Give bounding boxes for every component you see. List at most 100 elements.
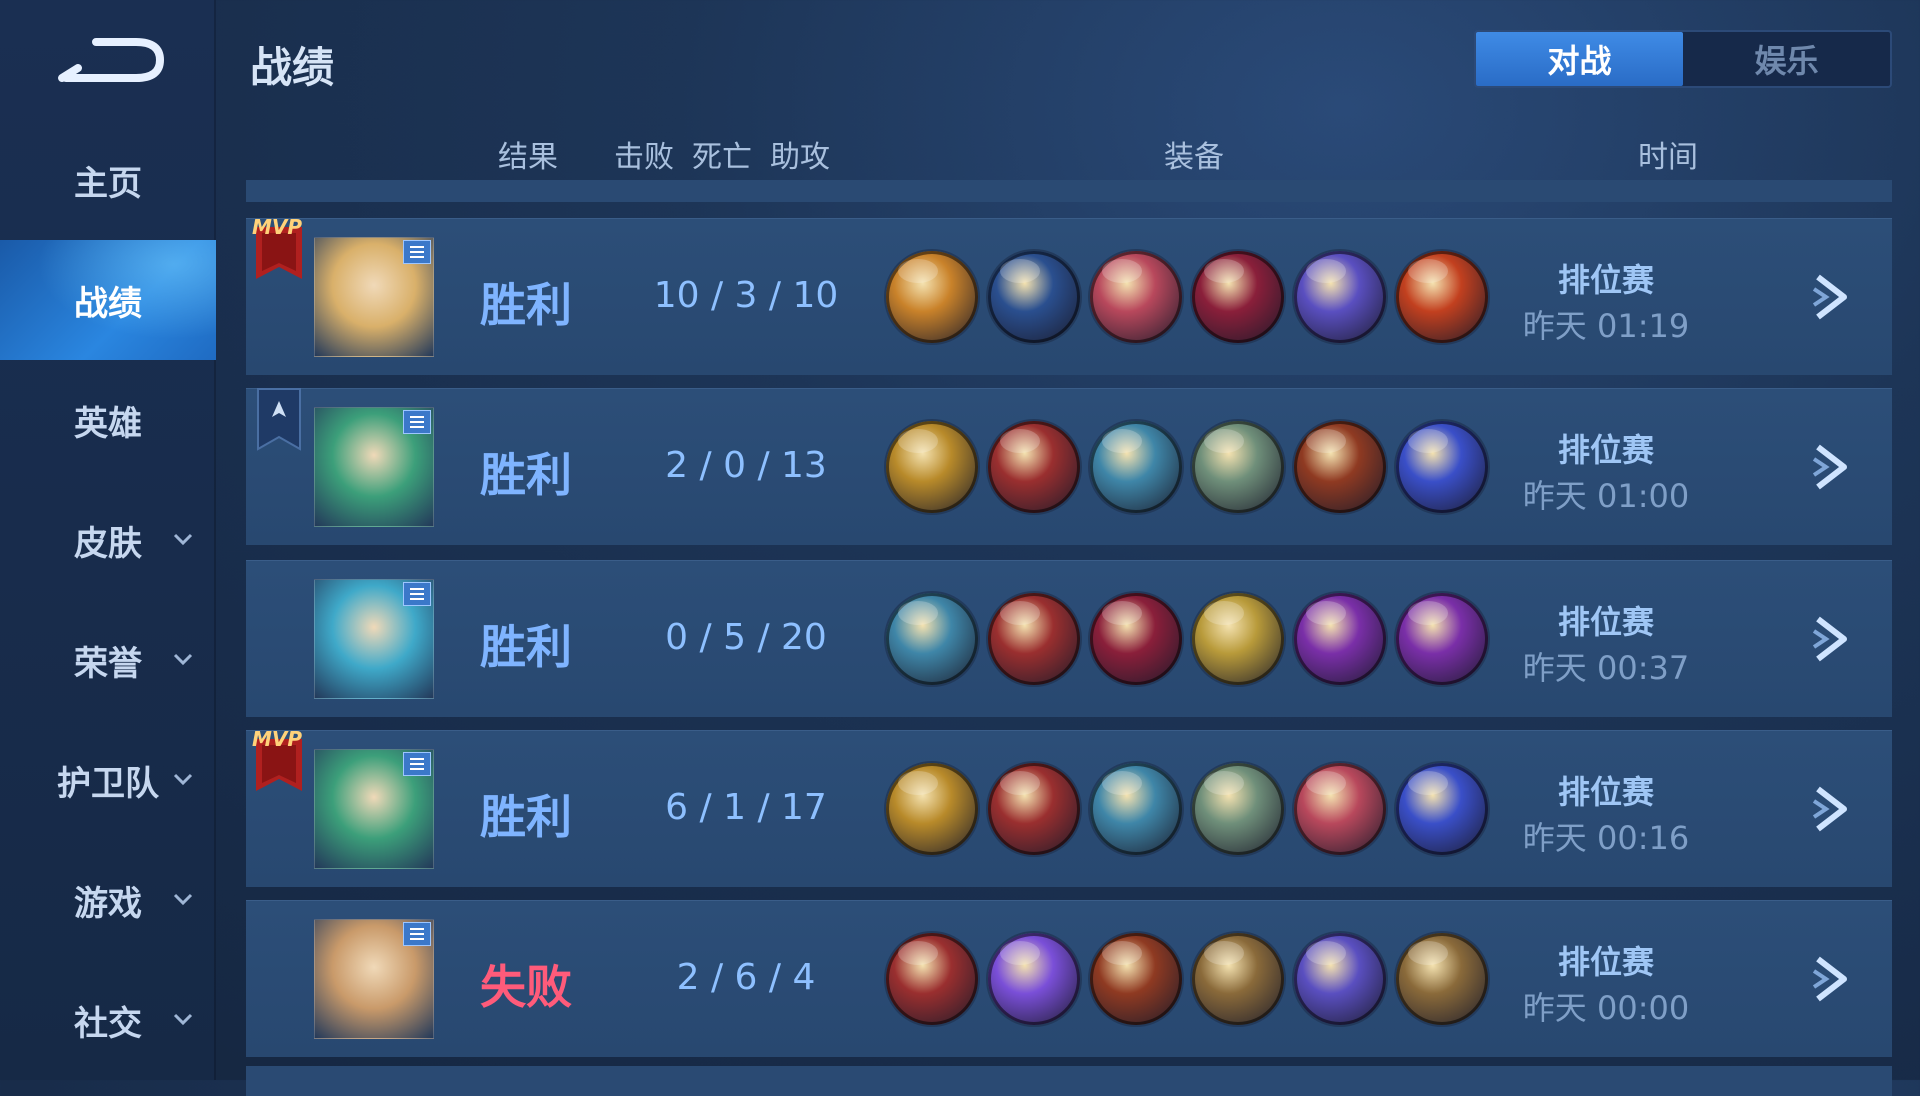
sidebar-item-label: 战绩 xyxy=(74,283,142,324)
sidebar-item-honor[interactable]: 荣誉 xyxy=(0,600,216,720)
hero-avatar xyxy=(314,749,434,869)
column-header-assists: 助攻 xyxy=(770,140,830,175)
equipment-item-icon xyxy=(1192,421,1284,513)
kda-stats: 2 / 6 / 4 xyxy=(676,957,816,998)
chevron-right-icon[interactable] xyxy=(1808,609,1858,669)
match-mode: 排位赛 xyxy=(1557,603,1654,641)
sidebar-item-social[interactable]: 社交 xyxy=(0,960,216,1080)
chevron-down-icon xyxy=(173,893,193,906)
equipment-item-icon xyxy=(886,763,978,855)
mvp-badge: MVP xyxy=(252,725,306,795)
match-mode: 排位赛 xyxy=(1557,773,1654,811)
kda-stats: 0 / 5 / 20 xyxy=(665,617,827,658)
column-header-result: 结果 xyxy=(498,140,558,175)
equipment-item-icon xyxy=(886,421,978,513)
equipment-item-icon xyxy=(1192,593,1284,685)
column-header-kills: 击败 xyxy=(614,140,674,175)
sidebar-item-label: 英雄 xyxy=(74,403,142,444)
equipment-item-icon xyxy=(988,421,1080,513)
match-row[interactable]: 胜利 2 / 0 / 13 排位赛 昨天 01:00 xyxy=(246,388,1892,545)
hero-avatar xyxy=(314,407,434,527)
match-time: 昨天 01:19 xyxy=(1522,307,1690,345)
match-time: 昨天 00:16 xyxy=(1522,819,1690,857)
column-header-equipment: 装备 xyxy=(1164,140,1224,175)
equipment-list xyxy=(886,251,1488,343)
match-row[interactable]: MVP 胜利 6 / 1 / 17 排位赛 昨天 00:16 xyxy=(246,727,1892,887)
sidebar-item-home[interactable]: 主页 xyxy=(0,120,216,240)
equipment-item-icon xyxy=(1396,763,1488,855)
sidebar-item-skins[interactable]: 皮肤 xyxy=(0,480,216,600)
match-time: 昨天 01:00 xyxy=(1522,477,1690,515)
sidebar: 主页战绩英雄皮肤荣誉 护卫队游戏社交 xyxy=(0,0,216,1080)
rank-icon xyxy=(403,922,431,946)
equipment-item-icon xyxy=(1090,593,1182,685)
equipment-item-icon xyxy=(1396,593,1488,685)
equipment-item-icon xyxy=(988,933,1080,1025)
equipment-item-icon xyxy=(1090,421,1182,513)
chevron-right-icon[interactable] xyxy=(1808,437,1858,497)
sidebar-item-label: 游戏 xyxy=(74,883,142,924)
equipment-item-icon xyxy=(1396,421,1488,513)
equipment-item-icon xyxy=(1192,763,1284,855)
kda-stats: 6 / 1 / 17 xyxy=(665,787,827,828)
match-row[interactable]: MVP 胜利 10 / 3 / 10 排位赛 昨天 01:19 xyxy=(246,215,1892,375)
chevron-down-icon xyxy=(173,533,193,546)
equipment-item-icon xyxy=(1192,251,1284,343)
column-header-deaths: 死亡 xyxy=(692,140,752,175)
back-arrow-icon[interactable] xyxy=(56,30,166,90)
kda-stats: 10 / 3 / 10 xyxy=(653,275,839,316)
equipment-item-icon xyxy=(1294,933,1386,1025)
rank-icon xyxy=(403,752,431,776)
equipment-item-icon xyxy=(1090,933,1182,1025)
chevron-right-icon[interactable] xyxy=(1808,949,1858,1009)
rank-icon xyxy=(403,410,431,434)
equipment-item-icon xyxy=(1294,421,1386,513)
hero-avatar xyxy=(314,579,434,699)
list-item-partial xyxy=(246,180,1892,202)
chevron-down-icon xyxy=(173,773,193,786)
list-item-partial xyxy=(246,1066,1892,1096)
match-mode: 排位赛 xyxy=(1557,943,1654,981)
match-row[interactable]: 失败 2 / 6 / 4 排位赛昨天 00:00 xyxy=(246,900,1892,1057)
sidebar-item-label: 主页 xyxy=(74,163,142,204)
equipment-list xyxy=(886,421,1488,513)
sidebar-item-game[interactable]: 游戏 xyxy=(0,840,216,960)
tab-battle[interactable]: 对战 xyxy=(1476,32,1683,86)
sidebar-item-heroes[interactable]: 英雄 xyxy=(0,360,216,480)
chevron-right-icon[interactable] xyxy=(1808,267,1858,327)
sidebar-item-record[interactable]: 战绩 xyxy=(0,240,216,360)
equipment-item-icon xyxy=(1396,933,1488,1025)
equipment-item-icon xyxy=(1294,763,1386,855)
hero-avatar xyxy=(314,919,434,1039)
match-time: 昨天 00:00 xyxy=(1522,989,1690,1027)
match-row[interactable]: 胜利 0 / 5 / 20 排位赛昨天 00:37 xyxy=(246,560,1892,717)
chevron-right-icon[interactable] xyxy=(1808,779,1858,839)
mvp-label: MVP xyxy=(252,727,303,751)
hero-avatar xyxy=(314,237,434,357)
sidebar-item-label: 皮肤 xyxy=(74,523,142,564)
match-result: 失败 xyxy=(480,960,572,1014)
match-result: 胜利 xyxy=(480,620,572,674)
equipment-item-icon xyxy=(1294,593,1386,685)
equipment-item-icon xyxy=(1396,251,1488,343)
equipment-item-icon xyxy=(1090,763,1182,855)
equipment-item-icon xyxy=(1294,251,1386,343)
chevron-down-icon xyxy=(173,653,193,666)
sidebar-item-guard-team[interactable]: 护卫队 xyxy=(0,720,216,840)
page-title: 战绩 xyxy=(250,43,335,92)
equipment-list xyxy=(886,593,1488,685)
tab-entertainment[interactable]: 娱乐 xyxy=(1683,32,1890,86)
rank-icon xyxy=(403,240,431,264)
match-result: 胜利 xyxy=(480,448,572,502)
match-time: 昨天 00:37 xyxy=(1522,649,1690,687)
rank-icon xyxy=(403,582,431,606)
equipment-item-icon xyxy=(988,593,1080,685)
wing-badge-icon xyxy=(252,383,306,453)
equipment-item-icon xyxy=(1090,251,1182,343)
match-result: 胜利 xyxy=(480,278,572,332)
column-header-time: 时间 xyxy=(1638,140,1698,175)
equipment-item-icon xyxy=(886,593,978,685)
mvp-label: MVP xyxy=(252,215,303,239)
chevron-down-icon xyxy=(173,1013,193,1026)
kda-stats: 2 / 0 / 13 xyxy=(665,445,827,486)
